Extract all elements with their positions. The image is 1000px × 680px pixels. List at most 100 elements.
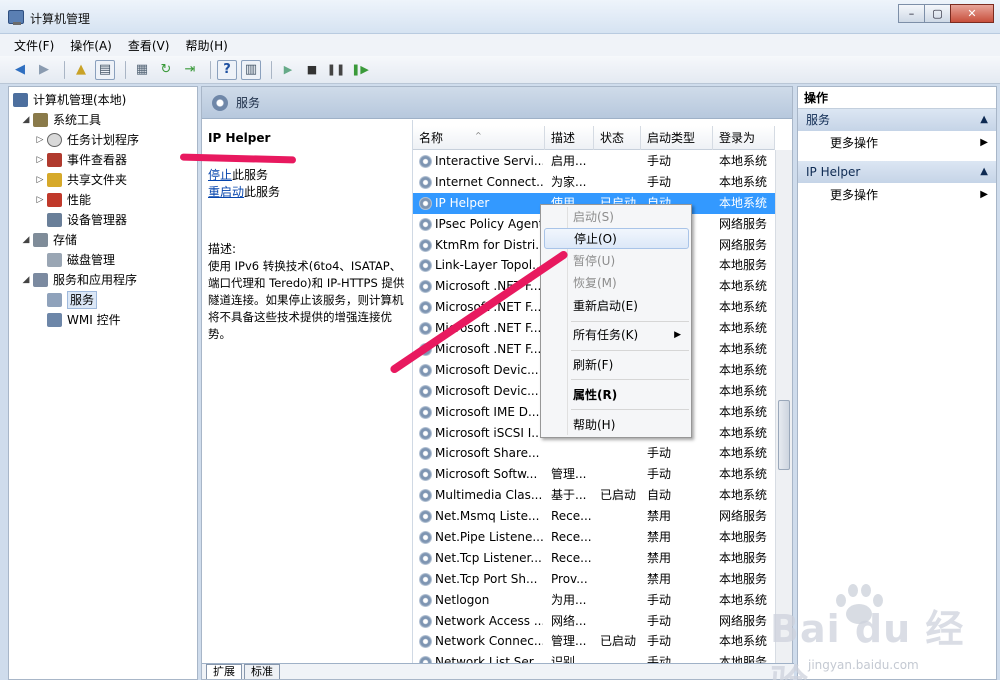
pause-service-icon[interactable]: ❚❚: [326, 60, 346, 80]
collapsed-icon[interactable]: ▷: [35, 190, 45, 210]
table-row[interactable]: Net.Pipe Listene... Rece... 禁用 本地服务: [413, 527, 775, 548]
column-name[interactable]: 名称 ^: [413, 126, 545, 150]
column-description[interactable]: 描述: [545, 126, 594, 150]
collapsed-icon[interactable]: ▷: [35, 150, 45, 170]
tools-icon: [33, 113, 48, 127]
tree-item-label: 计算机管理(本地): [33, 93, 127, 107]
menu-separator: [571, 409, 689, 410]
expanded-icon[interactable]: ◢: [21, 230, 31, 250]
up-folder-icon[interactable]: ▲: [71, 60, 91, 80]
table-row[interactable]: Microsoft Softw... 管理... 手动 本地系统: [413, 464, 775, 485]
show-tree-icon[interactable]: ▤: [95, 59, 115, 80]
disk-icon: [47, 253, 62, 267]
context-menu-item[interactable]: 属性(R): [541, 385, 691, 406]
help-icon[interactable]: ?: [217, 59, 237, 80]
services-list-header: 名称 ^ 描述 状态 启动类型 登录为: [413, 126, 775, 150]
table-row[interactable]: Microsoft Share... 手动 本地系统: [413, 443, 775, 464]
column-startup-type[interactable]: 启动类型: [641, 126, 713, 150]
tree-item[interactable]: 磁盘管理: [9, 250, 197, 270]
menu-action[interactable]: 操作(A): [70, 37, 112, 54]
table-row[interactable]: Multimedia Clas... 基于... 已启动 自动 本地系统: [413, 485, 775, 506]
tab-extended[interactable]: 扩展: [206, 664, 242, 679]
service-desc: 基于...: [551, 488, 587, 503]
event-viewer-icon: [47, 153, 62, 167]
service-startup: 禁用: [647, 550, 672, 565]
back-icon[interactable]: ◀: [10, 60, 30, 80]
service-gear-icon: [419, 238, 432, 252]
table-row[interactable]: Internet Connect... 为家... 手动 本地系统: [413, 172, 775, 193]
toolbar-separator: [271, 60, 272, 79]
menu-file[interactable]: 文件(F): [14, 37, 54, 54]
more-actions-ip-helper[interactable]: 更多操作 ▶: [798, 183, 996, 207]
tree-item[interactable]: 计算机管理(本地): [9, 90, 197, 110]
tree-item[interactable]: WMI 控件: [9, 310, 197, 330]
restart-service-icon[interactable]: ❚▶: [350, 60, 370, 80]
show-action-pane-icon[interactable]: ▥: [241, 59, 261, 80]
service-startup: 手动: [647, 467, 672, 482]
service-name: Net.Tcp Port Sh...: [435, 571, 538, 586]
export-icon[interactable]: ⇥: [180, 60, 200, 80]
context-menu-item[interactable]: 帮助(H): [541, 415, 691, 436]
table-row[interactable]: Network Connec... 管理... 已启动 手动 本地系统: [413, 631, 775, 652]
service-name: Network Access ...: [435, 613, 543, 628]
menu-help[interactable]: 帮助(H): [185, 37, 227, 54]
toolbar-separator: [125, 60, 126, 79]
expanded-icon[interactable]: ◢: [21, 270, 31, 290]
stop-service-link[interactable]: 停止: [208, 168, 232, 182]
context-menu-item[interactable]: 停止(O): [544, 228, 689, 249]
actions-section-ip-helper[interactable]: IP Helper ▲: [798, 161, 996, 183]
table-row[interactable]: Net.Tcp Listener... Rece... 禁用 本地服务: [413, 548, 775, 569]
minimize-button[interactable]: –: [898, 4, 925, 23]
more-actions-services[interactable]: 更多操作 ▶: [798, 131, 996, 155]
view-tabs: 扩展 标准: [202, 663, 794, 679]
restart-service-link[interactable]: 重启动: [208, 185, 244, 199]
table-row[interactable]: Net.Msmq Liste... Rece... 禁用 网络服务: [413, 506, 775, 527]
service-name: Internet Connect...: [435, 174, 543, 189]
menu-view[interactable]: 查看(V): [128, 37, 170, 54]
close-button[interactable]: ✕: [950, 4, 994, 23]
start-service-icon[interactable]: ▶: [278, 60, 298, 80]
restart-service-suffix: 此服务: [244, 185, 281, 199]
tree-item[interactable]: 服务: [9, 290, 197, 310]
column-status[interactable]: 状态: [594, 126, 641, 150]
maximize-button[interactable]: ▢: [924, 4, 951, 23]
tree-item[interactable]: ◢ 存储: [9, 230, 197, 250]
service-logon: 本地系统: [719, 321, 768, 336]
tree-item[interactable]: ◢ 服务和应用程序: [9, 270, 197, 290]
properties-icon[interactable]: ▦: [132, 60, 152, 80]
refresh-icon[interactable]: ↻: [156, 60, 176, 80]
tree-item[interactable]: ▷ 事件查看器: [9, 150, 197, 170]
table-row[interactable]: Interactive Servi... 启用... 手动 本地系统: [413, 151, 775, 172]
tree-item-label: WMI 控件: [67, 313, 121, 327]
selected-service-name: IP Helper: [208, 131, 271, 145]
service-name: Microsoft .NET F...: [435, 342, 542, 357]
service-startup: 手动: [647, 446, 672, 461]
tree-item[interactable]: 设备管理器: [9, 210, 197, 230]
scrollbar-thumb[interactable]: [778, 400, 790, 470]
service-logon: 本地系统: [719, 592, 768, 607]
stop-service-icon[interactable]: ■: [302, 60, 322, 80]
table-row[interactable]: Netlogon 为用... 手动 本地系统: [413, 590, 775, 611]
services-header-title: 服务: [236, 96, 261, 110]
computer-icon: [13, 93, 28, 107]
service-gear-icon: [419, 447, 432, 461]
collapsed-icon[interactable]: ▷: [35, 170, 45, 190]
context-menu-item[interactable]: 刷新(F): [541, 355, 691, 376]
forward-icon[interactable]: ▶: [34, 60, 54, 80]
collapsed-icon[interactable]: ▷: [35, 130, 45, 150]
context-menu-item[interactable]: 所有任务(K) ▶: [541, 325, 691, 346]
table-row[interactable]: Net.Tcp Port Sh... Prov... 禁用 本地服务: [413, 569, 775, 590]
context-menu-item[interactable]: 重新启动(E): [541, 296, 691, 317]
tree-item[interactable]: ▷ 共享文件夹: [9, 170, 197, 190]
service-startup: 手动: [647, 174, 672, 189]
tree-item[interactable]: ▷ 性能: [9, 190, 197, 210]
expanded-icon[interactable]: ◢: [21, 110, 31, 130]
table-row[interactable]: Network Access ... 网络... 手动 网络服务: [413, 611, 775, 632]
tree-item[interactable]: ▷ 任务计划程序: [9, 130, 197, 150]
service-logon: 本地服务: [719, 258, 768, 273]
tab-standard[interactable]: 标准: [244, 664, 280, 679]
tree-item[interactable]: ◢ 系统工具: [9, 110, 197, 130]
service-desc: Rece...: [551, 509, 592, 524]
column-logon-as[interactable]: 登录为: [713, 126, 775, 150]
actions-section-services[interactable]: 服务 ▲: [798, 109, 996, 131]
